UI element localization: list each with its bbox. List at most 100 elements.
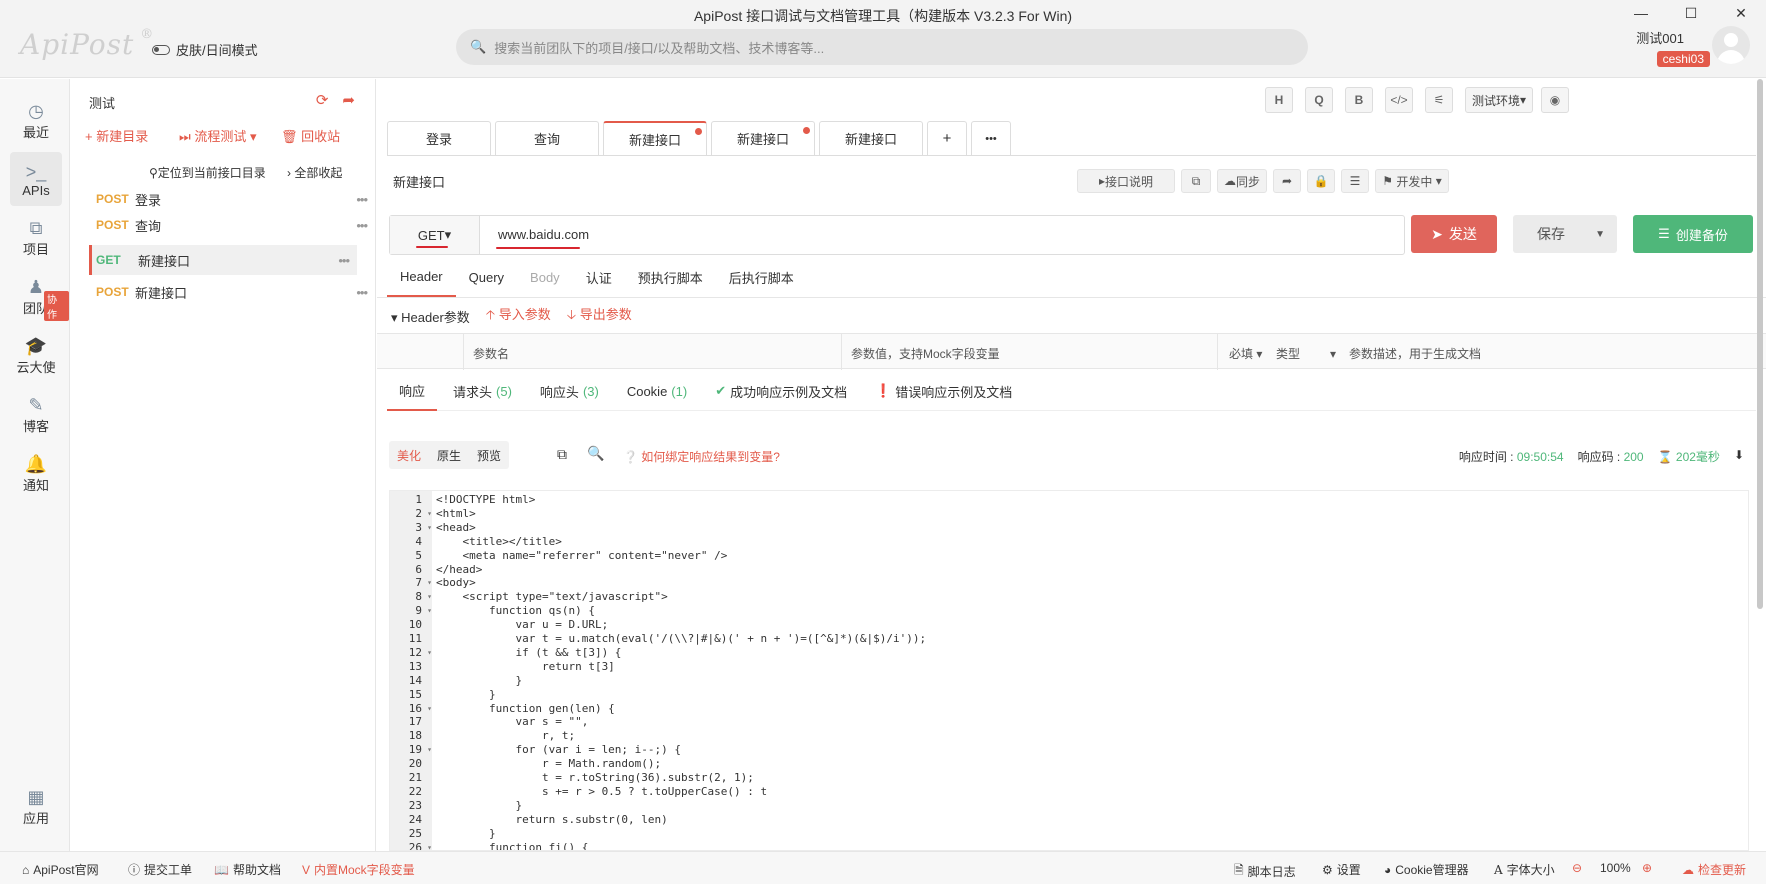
minimize-button[interactable]: — <box>1616 0 1666 26</box>
method-select[interactable]: GET ▾ <box>390 216 480 254</box>
lock-icon[interactable]: 🔒 <box>1307 169 1335 193</box>
share-icon[interactable]: ➦ <box>342 91 355 109</box>
flow-test-button[interactable]: ⏭ 流程测试 ▾ <box>179 126 256 145</box>
pie-icon: ◕ <box>1384 862 1392 877</box>
tab-response-headers[interactable]: 响应头 (3) <box>528 371 611 411</box>
user-info[interactable]: 测试001 ceshi03 <box>1620 28 1710 67</box>
nav-notify[interactable]: 🔔 通知 <box>10 446 62 500</box>
scrollbar[interactable] <box>1757 79 1763 609</box>
api-tabs: 登录 查询 新建接口 新建接口 新建接口 + ••• <box>387 121 1011 155</box>
nav-blog[interactable]: ✎ 博客 <box>10 387 62 441</box>
recycle-button[interactable]: 🗑 回收站 <box>281 126 340 145</box>
more-tabs-button[interactable]: ••• <box>971 121 1011 155</box>
skin-toggle[interactable]: 皮肤/日间模式 <box>152 40 258 59</box>
b-button[interactable]: B <box>1345 87 1373 113</box>
tab-post-script[interactable]: 后执行脚本 <box>716 257 807 297</box>
help-link[interactable]: 📖 帮助文档 <box>214 861 281 878</box>
fold-icon[interactable]: ▾ <box>427 577 432 590</box>
copy-icon[interactable]: ⧉ <box>1181 169 1211 193</box>
send-button[interactable]: ➤ 发送 <box>1411 215 1497 253</box>
tab-body[interactable]: Body <box>517 257 573 297</box>
tab-query[interactable]: 查询 <box>495 121 599 155</box>
add-tab-button[interactable]: + <box>927 121 967 155</box>
api-item[interactable]: POST 查询 ••• <box>87 210 427 240</box>
header-params-toggle[interactable]: ▾ Header参数 <box>391 307 470 326</box>
database-icon[interactable]: ☰ <box>1341 169 1369 193</box>
import-params-button[interactable]: 🡡 导入参数 <box>486 304 551 328</box>
tab-error-doc[interactable]: ❗ 错误响应示例及文档 <box>863 371 1024 411</box>
line-number: 1 <box>415 493 422 506</box>
tab-new-api[interactable]: 新建接口 <box>711 121 815 155</box>
save-button[interactable]: 保存 ▼ <box>1513 215 1617 253</box>
copy-icon[interactable]: ⧉ <box>557 446 567 463</box>
eye-button[interactable]: ◉ <box>1541 87 1569 113</box>
fold-icon[interactable]: ▾ <box>427 703 432 716</box>
fold-icon[interactable]: ▾ <box>427 605 432 618</box>
preview-button[interactable]: 预览 <box>477 447 501 464</box>
tab-cookie[interactable]: Cookie (1) <box>615 371 699 411</box>
tab-new-api[interactable]: 新建接口 <box>819 121 923 155</box>
cookie-manager-button[interactable]: ◕ Cookie管理器 <box>1384 861 1469 878</box>
nav-recent[interactable]: ◷ 最近 <box>10 93 62 147</box>
filter-button[interactable]: ⚟ <box>1425 87 1453 113</box>
locate-button[interactable]: ⚲定位到当前接口目录 <box>149 164 266 181</box>
zoom-in-button[interactable]: ⊕ <box>1642 861 1652 875</box>
chevron-down-icon[interactable]: ▼ <box>1595 229 1605 240</box>
locate-icon: ⚲ <box>149 166 158 180</box>
tab-header[interactable]: Header <box>387 257 456 297</box>
site-link[interactable]: ⌂ ApiPost官网 <box>22 861 99 878</box>
nav-apps[interactable]: ▦ 应用 <box>10 779 62 833</box>
close-button[interactable]: ✕ <box>1716 0 1766 26</box>
fold-icon[interactable]: ▾ <box>427 508 432 521</box>
backup-button[interactable]: ☰ 创建备份 <box>1633 215 1753 253</box>
new-dir-button[interactable]: + 新建目录 <box>85 126 148 145</box>
sync-button[interactable]: ☁ 同步 <box>1217 169 1267 193</box>
bind-hint-link[interactable]: ❔ 如何绑定响应结果到变量? <box>623 448 780 465</box>
status-select[interactable]: ⚑ 开发中 ▾ <box>1375 169 1449 193</box>
avatar[interactable] <box>1712 26 1750 64</box>
tab-request-headers[interactable]: 请求头 (5) <box>441 371 524 411</box>
tab-new-api-active[interactable]: 新建接口 <box>603 121 707 155</box>
search-icon[interactable]: 🔍 <box>587 445 604 462</box>
fold-icon[interactable]: ▾ <box>427 522 432 535</box>
api-item-selected[interactable]: GET 新建接口 ••• <box>89 245 357 275</box>
fold-icon[interactable]: ▾ <box>427 842 432 851</box>
share-icon[interactable]: ➦ <box>1273 169 1301 193</box>
doc-button[interactable]: ▸ 接口说明 <box>1077 169 1175 193</box>
tab-response[interactable]: 响应 <box>387 371 438 411</box>
raw-button[interactable]: 原生 <box>437 447 461 464</box>
col-required[interactable]: 必填 ▾ <box>1229 345 1262 362</box>
ticket-link[interactable]: ⓘ 提交工单 <box>128 861 192 878</box>
api-item[interactable]: POST 新建接口 ••• <box>87 277 427 307</box>
zoom-out-button[interactable]: ⊖ <box>1572 861 1582 875</box>
fold-icon[interactable]: ▾ <box>427 591 432 604</box>
nav-project[interactable]: ⧉ 项目 <box>10 210 62 264</box>
tab-pre-script[interactable]: 预执行脚本 <box>625 257 716 297</box>
mock-link[interactable]: V 内置Mock字段变量 <box>302 861 415 878</box>
url-input[interactable]: www.baidu.com <box>498 227 589 242</box>
collapse-all-button[interactable]: › 全部收起 <box>287 164 342 181</box>
update-button[interactable]: ☁ 检查更新 <box>1682 861 1746 878</box>
h-button[interactable]: H <box>1265 87 1293 113</box>
fold-icon[interactable]: ▾ <box>427 647 432 660</box>
col-type[interactable]: 类型 ▾ <box>1276 345 1336 362</box>
script-log-button[interactable]: 🗎 脚本日志 <box>1234 861 1296 882</box>
response-code-editor[interactable]: 1 2 ▾ 3 ▾ 4 5 6 7 ▾ 8 ▾ 9 ▾ 10 11 12 ▾ 13 14 15 16 ▾ 17 18 19 ▾ 20 2… <box>389 490 1749 851</box>
global-search[interactable]: 🔍 搜索当前团队下的项目/接口/以及帮助文档、技术博客等... <box>456 29 1308 65</box>
tab-login[interactable]: 登录 <box>387 121 491 155</box>
tab-query-params[interactable]: Query <box>456 257 517 297</box>
refresh-icon[interactable]: ⟳ <box>316 91 329 109</box>
fold-icon[interactable]: ▾ <box>427 744 432 757</box>
nav-apis[interactable]: >_ APIs <box>10 152 62 206</box>
tab-success-doc[interactable]: ✔ 成功响应示例及文档 <box>703 371 859 411</box>
nav-ambassador[interactable]: 🎓 云大使 <box>10 328 62 382</box>
tab-auth[interactable]: 认证 <box>573 257 625 297</box>
code-button[interactable]: </> <box>1385 87 1413 113</box>
download-icon[interactable]: ⬇ <box>1734 448 1744 465</box>
settings-button[interactable]: ⚙ 设置 <box>1322 861 1361 878</box>
maximize-button[interactable]: ☐ <box>1666 0 1716 26</box>
pretty-button[interactable]: 美化 <box>397 447 421 464</box>
env-select[interactable]: 测试环境 ▾ <box>1465 87 1533 113</box>
q-button[interactable]: Q <box>1305 87 1333 113</box>
export-params-button[interactable]: 🡣 导出参数 <box>567 304 632 328</box>
